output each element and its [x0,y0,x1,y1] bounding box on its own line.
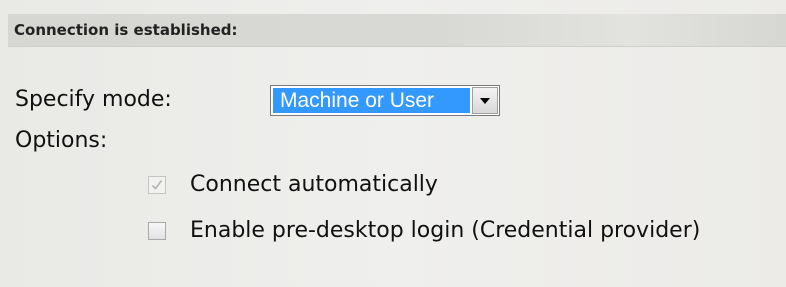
section-title: Connection is established: [14,21,238,39]
checkmark-icon [151,180,163,190]
specify-mode-label: Specify mode: [15,87,172,112]
pre-desktop-login-checkbox[interactable] [148,222,166,240]
connect-automatically-label: Connect automatically [190,172,438,197]
mode-select[interactable]: Machine or User [270,85,500,116]
connection-panel: Connection is established: Specify mode:… [0,0,786,287]
connect-automatically-checkbox[interactable] [148,176,166,194]
mode-select-value: Machine or User [273,88,470,113]
options-label: Options: [15,128,108,153]
pre-desktop-login-label: Enable pre-desktop login (Credential pro… [190,218,701,243]
dropdown-arrow-icon[interactable] [472,87,498,114]
section-header: Connection is established: [8,14,786,47]
